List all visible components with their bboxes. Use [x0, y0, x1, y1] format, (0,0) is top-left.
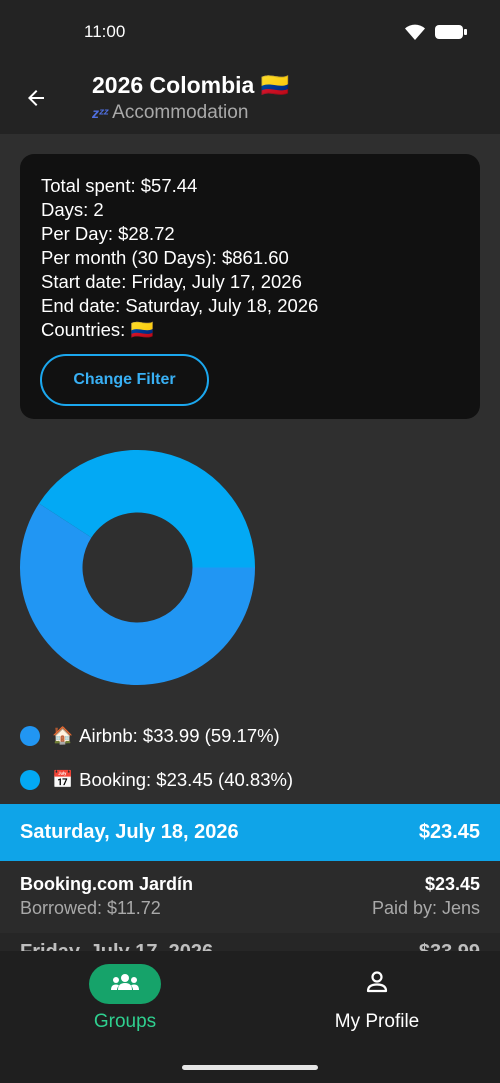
nav-label-groups: Groups	[93, 1011, 157, 1032]
nav-icon-container	[341, 964, 413, 1004]
groups-icon	[110, 972, 140, 997]
battery-icon	[434, 23, 468, 46]
legend-label: Airbnb: $33.99 (59.17%)	[79, 725, 280, 746]
calendar-icon: 📅	[52, 770, 74, 789]
next-day-group-header: Friday, July 17, 2026 $33.99	[0, 933, 500, 951]
per-day: Per Day: $28.72	[41, 223, 175, 244]
expense-row[interactable]: Booking.com Jardín $23.45 Borrowed: $11.…	[0, 861, 500, 933]
arrow-left-icon	[24, 86, 48, 115]
person-icon	[364, 969, 390, 1000]
countries: Countries: 🇨🇴	[41, 319, 154, 340]
nav-item-groups[interactable]: Groups	[0, 964, 250, 1033]
status-bar: 11:00	[0, 0, 500, 64]
legend-item-airbnb: 🏠 Airbnb: $33.99 (59.17%)	[20, 725, 280, 747]
total-spent: Total spent: $57.44	[41, 175, 198, 196]
expense-borrowed: Borrowed: $11.72	[20, 898, 161, 918]
status-icons	[404, 23, 468, 46]
end-date: End date: Saturday, July 18, 2026	[41, 295, 319, 316]
sleep-icon: zᶻᶻ	[92, 105, 109, 121]
legend-item-booking: 📅 Booking: $23.45 (40.83%)	[20, 769, 293, 791]
bottom-navigation: Groups My Profile	[0, 951, 500, 1083]
home-indicator	[182, 1065, 318, 1070]
day-group-header: Saturday, July 18, 2026 $23.45	[0, 804, 500, 861]
legend-label: Booking: $23.45 (40.83%)	[79, 769, 294, 790]
category-label: Accommodation	[112, 102, 249, 123]
legend-dot	[20, 770, 40, 790]
day-group-date: Saturday, July 18, 2026	[20, 821, 239, 843]
back-button[interactable]	[18, 82, 54, 118]
next-day-group-date: Friday, July 17, 2026	[20, 941, 213, 951]
expense-paid-by: Paid by: Jens	[371, 898, 480, 918]
house-icon: 🏠	[52, 726, 74, 745]
status-time: 11:00	[84, 22, 126, 41]
page-title: 2026 Colombia 🇨🇴	[92, 72, 290, 98]
summary-card: Total spent: $57.44 Days: 2 Per Day: $28…	[20, 154, 480, 419]
page-subtitle: zᶻᶻ Accommodation	[92, 102, 248, 124]
nav-label-my-profile: My Profile	[334, 1011, 420, 1032]
next-day-group-total: $33.99	[419, 941, 480, 951]
change-filter-button[interactable]: Change Filter	[40, 354, 209, 406]
nav-item-my-profile[interactable]: My Profile	[252, 964, 500, 1033]
per-month: Per month (30 Days): $861.60	[41, 247, 289, 268]
app-bar: 2026 Colombia 🇨🇴 zᶻᶻ Accommodation	[0, 64, 500, 134]
pie-chart	[20, 450, 255, 685]
legend-dot	[20, 726, 40, 746]
day-group-total: $23.45	[418, 821, 480, 843]
expense-name: Booking.com Jardín	[20, 874, 194, 894]
days-count: Days: 2	[41, 199, 104, 220]
nav-active-indicator	[89, 964, 161, 1004]
expense-amount: $23.45	[424, 874, 480, 894]
start-date: Start date: Friday, July 17, 2026	[41, 271, 302, 292]
wifi-icon	[404, 23, 426, 46]
